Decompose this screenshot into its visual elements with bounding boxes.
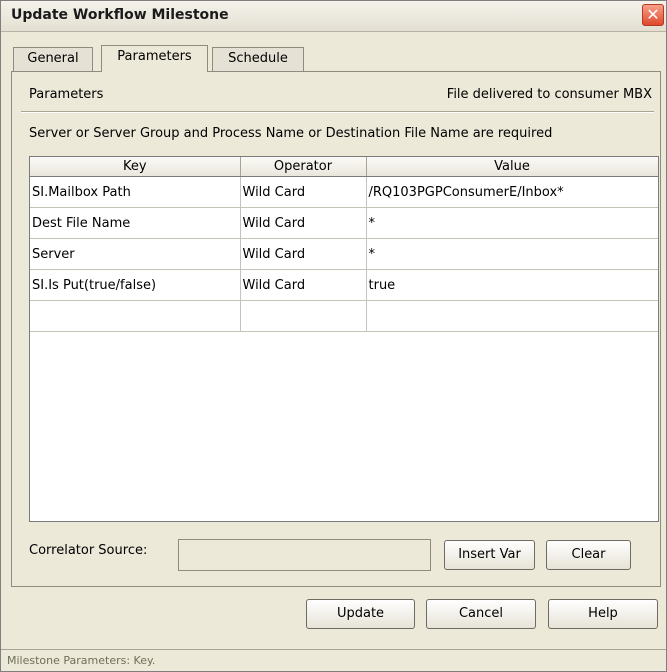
tab-general[interactable]: General	[13, 47, 93, 71]
value-cell[interactable]: *	[366, 238, 658, 270]
key-cell[interactable]: SI.Mailbox Path	[30, 176, 241, 208]
table-header-row: Key Operator Value	[30, 157, 658, 177]
value-cell[interactable]	[366, 300, 658, 332]
table-row[interactable]: Server Wild Card *	[30, 238, 658, 270]
file-delivery-note: File delivered to consumer MBX	[446, 87, 652, 102]
operator-cell[interactable]: Wild Card	[240, 176, 367, 208]
column-header-value[interactable]: Value	[366, 157, 658, 177]
value-cell[interactable]: *	[366, 207, 658, 239]
status-bar: Milestone Parameters: Key.	[1, 649, 666, 671]
operator-cell[interactable]: Wild Card	[240, 269, 367, 301]
table-row[interactable]: SI.Mailbox Path Wild Card /RQ103PGPConsu…	[30, 176, 658, 208]
key-cell[interactable]: Server	[30, 238, 241, 270]
key-cell[interactable]	[30, 300, 241, 332]
parameters-heading: Parameters	[29, 87, 104, 102]
close-icon: ✕	[646, 5, 660, 24]
table-row[interactable]	[30, 300, 658, 332]
requirement-message: Server or Server Group and Process Name …	[29, 126, 553, 141]
parameters-table: Key Operator Value SI.Mailbox Path Wild …	[29, 156, 659, 522]
window-title: Update Workflow Milestone	[11, 7, 229, 23]
update-button[interactable]: Update	[306, 599, 415, 629]
value-cell[interactable]: true	[366, 269, 658, 301]
table-row[interactable]: Dest File Name Wild Card *	[30, 207, 658, 239]
column-header-operator[interactable]: Operator	[240, 157, 367, 177]
key-cell[interactable]: SI.Is Put(true/false)	[30, 269, 241, 301]
operator-cell[interactable]: Wild Card	[240, 207, 367, 239]
divider	[21, 111, 654, 113]
operator-cell[interactable]: Wild Card	[240, 238, 367, 270]
correlator-source-field[interactable]	[178, 539, 431, 571]
key-cell[interactable]: Dest File Name	[30, 207, 241, 239]
update-workflow-milestone-dialog: Update Workflow Milestone ✕ General Para…	[0, 0, 667, 672]
clear-button[interactable]: Clear	[546, 540, 631, 570]
tab-schedule[interactable]: Schedule	[212, 47, 304, 71]
operator-cell[interactable]	[240, 300, 367, 332]
correlator-source-label: Correlator Source:	[29, 543, 148, 558]
table-row[interactable]: SI.Is Put(true/false) Wild Card true	[30, 269, 658, 301]
tab-parameters[interactable]: Parameters	[101, 45, 208, 72]
cancel-button[interactable]: Cancel	[426, 599, 536, 629]
insert-var-button[interactable]: Insert Var	[444, 540, 535, 570]
column-header-key[interactable]: Key	[30, 157, 241, 177]
close-button[interactable]: ✕	[642, 4, 664, 26]
value-cell[interactable]: /RQ103PGPConsumerE/Inbox*	[366, 176, 658, 208]
title-bar[interactable]: Update Workflow Milestone ✕	[1, 1, 666, 32]
help-button[interactable]: Help	[548, 599, 658, 629]
